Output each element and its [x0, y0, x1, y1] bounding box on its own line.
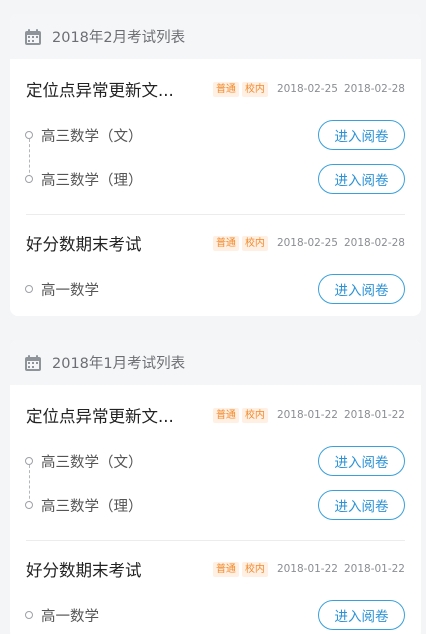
exam-end-date: 2018-01-22 — [343, 409, 405, 421]
subject-row: 高三数学（理） 进入阅卷 — [25, 483, 405, 527]
exam-scope-badge: 校内 — [241, 235, 268, 251]
exam-header: 定位点异常更新文... 普通 校内 2018-01-22 2018-01-22 — [26, 391, 405, 439]
enter-grading-button[interactable]: 进入阅卷 — [318, 446, 405, 476]
timeline-dot — [25, 457, 33, 465]
subject-row: 高三数学（文） 进入阅卷 — [25, 113, 405, 157]
exam-name[interactable]: 定位点异常更新文... — [26, 403, 174, 427]
subject-row: 高三数学（理） 进入阅卷 — [25, 157, 405, 201]
exam-type-badge: 普通 — [212, 561, 239, 577]
timeline-dot — [25, 611, 33, 619]
exam-meta: 普通 校内 2018-01-22 2018-01-22 — [212, 407, 405, 423]
exam-item: 定位点异常更新文... 普通 校内 2018-01-22 2018-01-22 … — [10, 385, 421, 527]
timeline-dot — [25, 285, 33, 293]
exam-end-date: 2018-02-28 — [343, 237, 405, 249]
enter-grading-button[interactable]: 进入阅卷 — [318, 120, 405, 150]
exam-name[interactable]: 定位点异常更新文... — [26, 77, 174, 101]
exam-scope-badge: 校内 — [241, 407, 268, 423]
exam-scope-badge: 校内 — [241, 81, 268, 97]
month-card: 2018年2月考试列表 定位点异常更新文... 普通 校内 2018-02-25… — [10, 14, 421, 316]
exam-end-date: 2018-01-22 — [343, 563, 405, 575]
month-card: 2018年1月考试列表 定位点异常更新文... 普通 校内 2018-01-22… — [10, 340, 421, 634]
subject-row: 高三数学（文） 进入阅卷 — [25, 439, 405, 483]
exam-scope-badge: 校内 — [241, 561, 268, 577]
exam-item: 好分数期末考试 普通 校内 2018-02-25 2018-02-28 高一数学… — [10, 215, 421, 311]
exam-header: 好分数期末考试 普通 校内 2018-02-25 2018-02-28 — [26, 219, 405, 267]
month-title: 2018年2月考试列表 — [52, 30, 186, 46]
exam-meta: 普通 校内 2018-02-25 2018-02-28 — [212, 235, 405, 251]
exam-start-date: 2018-02-25 — [276, 83, 338, 95]
exam-type-badge: 普通 — [212, 235, 239, 251]
exam-start-date: 2018-02-25 — [276, 237, 338, 249]
exam-start-date: 2018-01-22 — [276, 409, 338, 421]
month-header: 2018年1月考试列表 — [10, 340, 421, 385]
timeline-dot — [25, 131, 33, 139]
exam-name[interactable]: 好分数期末考试 — [26, 231, 142, 255]
timeline-dot — [25, 175, 33, 183]
subject-name: 高三数学（理） — [41, 172, 143, 189]
subject-name: 高三数学（文） — [41, 454, 143, 471]
exam-meta: 普通 校内 2018-02-25 2018-02-28 — [212, 81, 405, 97]
enter-grading-button[interactable]: 进入阅卷 — [318, 600, 405, 630]
exam-header: 好分数期末考试 普通 校内 2018-01-22 2018-01-22 — [26, 545, 405, 593]
enter-grading-button[interactable]: 进入阅卷 — [318, 164, 405, 194]
enter-grading-button[interactable]: 进入阅卷 — [318, 274, 405, 304]
exam-type-badge: 普通 — [212, 407, 239, 423]
exam-name[interactable]: 好分数期末考试 — [26, 557, 142, 581]
exam-start-date: 2018-01-22 — [276, 563, 338, 575]
month-title: 2018年1月考试列表 — [52, 356, 186, 372]
calendar-icon — [25, 354, 41, 371]
subject-row: 高一数学 进入阅卷 — [25, 593, 405, 634]
month-header: 2018年2月考试列表 — [10, 14, 421, 59]
exam-end-date: 2018-02-28 — [343, 83, 405, 95]
timeline-dot — [25, 501, 33, 509]
exam-item: 定位点异常更新文... 普通 校内 2018-02-25 2018-02-28 … — [10, 59, 421, 201]
exam-item: 好分数期末考试 普通 校内 2018-01-22 2018-01-22 高一数学… — [10, 541, 421, 634]
subject-row: 高一数学 进入阅卷 — [25, 267, 405, 311]
subject-name: 高一数学 — [41, 608, 99, 625]
enter-grading-button[interactable]: 进入阅卷 — [318, 490, 405, 520]
exam-type-badge: 普通 — [212, 81, 239, 97]
exam-header: 定位点异常更新文... 普通 校内 2018-02-25 2018-02-28 — [26, 65, 405, 113]
subject-name: 高一数学 — [41, 282, 99, 299]
exam-meta: 普通 校内 2018-01-22 2018-01-22 — [212, 561, 405, 577]
calendar-icon — [25, 28, 41, 45]
subject-name: 高三数学（文） — [41, 128, 143, 145]
subject-name: 高三数学（理） — [41, 498, 143, 515]
